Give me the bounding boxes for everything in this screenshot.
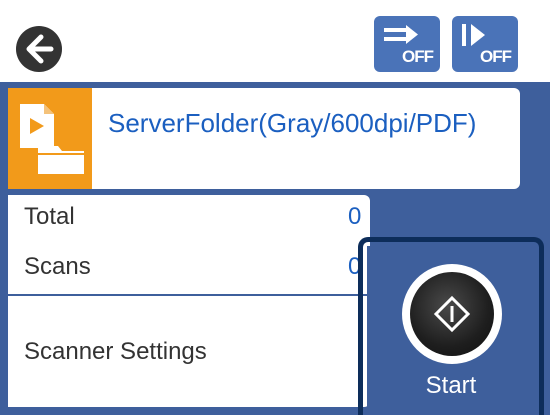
start-diamond-icon (433, 295, 471, 333)
scan-to-folder-icon (8, 88, 92, 189)
total-label: Total (24, 203, 75, 230)
skip-blank-page-button[interactable]: OFF (452, 16, 518, 72)
scans-label: Scans (24, 253, 91, 280)
double-feed-detection-button[interactable]: OFF (374, 16, 440, 72)
start-button[interactable] (402, 264, 502, 364)
preset-card[interactable]: ServerFolder(Gray/600dpi/PDF) (8, 88, 520, 189)
arrow-left-icon (16, 26, 62, 72)
top-bar: OFF OFF (0, 0, 550, 82)
start-panel: Start (367, 246, 535, 415)
counts-panel: Total 0 Scans 0 Scanner Settings (8, 195, 370, 407)
total-value: 0 (348, 203, 362, 230)
preset-title: ServerFolder(Gray/600dpi/PDF) (108, 108, 477, 138)
back-button[interactable] (14, 24, 64, 74)
scanner-settings-button[interactable]: Scanner Settings (8, 296, 370, 407)
start-button-face (410, 272, 494, 356)
skip-blank-state: OFF (480, 47, 512, 66)
start-label: Start (425, 372, 477, 399)
double-feed-state: OFF (402, 47, 434, 66)
scanner-settings-label: Scanner Settings (24, 338, 207, 365)
